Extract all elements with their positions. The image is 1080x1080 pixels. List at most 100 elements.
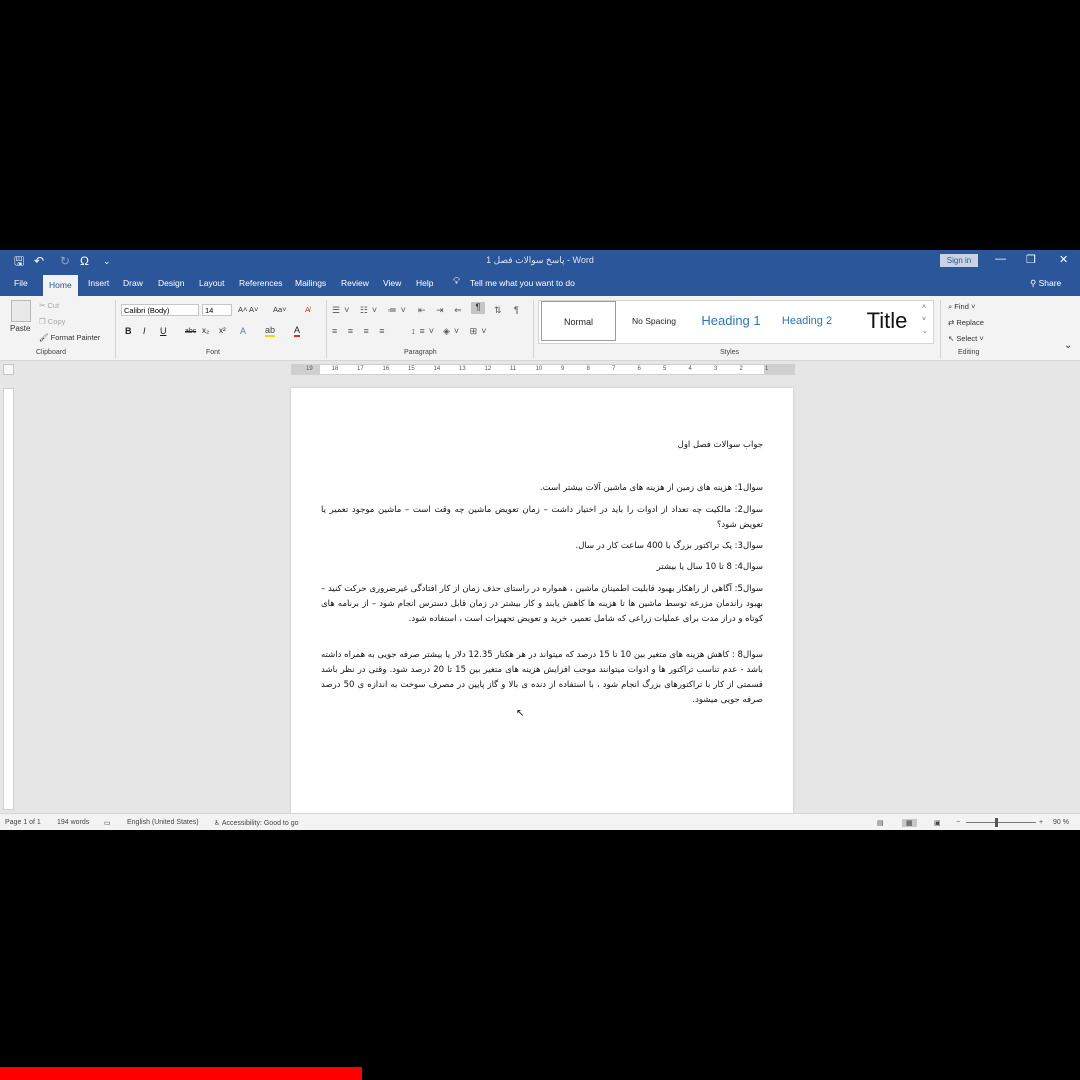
- ruler-number: 15: [408, 366, 415, 372]
- language-indicator[interactable]: English (United States): [127, 819, 199, 826]
- tab-selector[interactable]: [3, 364, 14, 375]
- zoom-slider[interactable]: [966, 822, 1036, 823]
- divider: [326, 300, 327, 358]
- align-icons[interactable]: ≡ ≡ ≡ ≡: [332, 326, 389, 336]
- divider: [940, 300, 941, 358]
- tab-layout[interactable]: Layout: [199, 278, 225, 288]
- divider: [533, 300, 534, 358]
- highlight-icon[interactable]: ab: [265, 326, 276, 337]
- tab-mailings[interactable]: Mailings: [295, 278, 326, 288]
- zoom-slider-thumb[interactable]: [995, 818, 998, 827]
- line-spacing-icon[interactable]: ↕≡˅: [411, 326, 438, 336]
- tab-review[interactable]: Review: [341, 278, 369, 288]
- superscript-button[interactable]: x²: [219, 326, 226, 335]
- document-title: پاسخ سوالات فصل 1 - Word: [486, 255, 594, 265]
- word-count[interactable]: 194 words: [57, 819, 89, 826]
- minimize-icon[interactable]: —: [995, 253, 1006, 265]
- answer-paragraph[interactable]: سوال2: مالکیت چه تعداد از ادوات را باید …: [321, 503, 763, 533]
- title-bar: 🖫 ↶ ↻ Ω ⌄ پاسخ سوالات فصل 1 - Word Sign …: [0, 250, 1080, 272]
- sign-in-button[interactable]: Sign in: [940, 254, 978, 267]
- page-count[interactable]: Page 1 of 1: [5, 819, 41, 826]
- underline-button[interactable]: U: [160, 326, 167, 336]
- proofing-icon[interactable]: ▭: [104, 819, 111, 827]
- divider: [115, 300, 116, 358]
- lightbulb-icon: 💡︎: [453, 276, 460, 287]
- change-case-icon[interactable]: Aa˅: [273, 305, 287, 314]
- format-painter-button[interactable]: 🖌︎ Format Painter: [39, 333, 100, 342]
- clipboard-group-label: Clipboard: [36, 349, 66, 356]
- grow-shrink-font-icons[interactable]: A˄ A˅: [238, 305, 258, 314]
- style-title[interactable]: Title: [845, 301, 929, 341]
- share-button[interactable]: ⚲ Share: [1030, 278, 1061, 289]
- tab-file[interactable]: File: [14, 278, 28, 288]
- person-icon: ⚲: [1030, 278, 1039, 288]
- paste-icon[interactable]: [11, 300, 31, 322]
- list-icons[interactable]: ☰˅ ☷˅ ≔˅: [332, 305, 410, 316]
- replace-label: Replace: [956, 318, 984, 327]
- find-button[interactable]: ⌕ Find ˅: [948, 302, 975, 312]
- style-no-spacing[interactable]: No Spacing: [619, 301, 689, 341]
- tell-me-search[interactable]: Tell me what you want to do: [470, 278, 575, 288]
- tab-view[interactable]: View: [383, 278, 401, 288]
- clear-formatting-icon[interactable]: A̸: [305, 305, 310, 314]
- video-progress-bar[interactable]: [0, 1067, 362, 1080]
- copy-button[interactable]: ❐ Copy: [39, 317, 65, 326]
- indent-icons[interactable]: ⇤ ⇥ ⇐: [418, 305, 466, 316]
- answer-paragraph[interactable]: سوال4: 8 تا 10 سال یا بیشتر: [321, 560, 763, 575]
- ribbon-tabs: File Home Insert Draw Design Layout Refe…: [0, 272, 1080, 296]
- bold-button[interactable]: B: [125, 326, 132, 336]
- style-heading-1[interactable]: Heading 1: [691, 301, 771, 341]
- text-effects-icon[interactable]: A: [240, 326, 246, 336]
- ruler-number: 4: [688, 366, 692, 372]
- tab-draw[interactable]: Draw: [123, 278, 143, 288]
- italic-button[interactable]: I: [143, 326, 146, 336]
- answer-paragraph[interactable]: سوال3: یک تراکتور بزرگ با 400 ساعت کار د…: [321, 539, 764, 554]
- zoom-out-button[interactable]: −: [956, 819, 960, 826]
- restore-icon[interactable]: ❐: [1026, 253, 1036, 266]
- zoom-in-button[interactable]: +: [1039, 819, 1043, 826]
- shading-icon[interactable]: ◈˅ ⊞˅: [443, 326, 490, 337]
- collapse-ribbon-icon[interactable]: ⌄: [1064, 340, 1072, 351]
- sort-icon[interactable]: ⇅: [494, 305, 506, 316]
- font-color-icon[interactable]: A: [294, 326, 301, 337]
- replace-button[interactable]: ⇄ Replace: [948, 318, 984, 327]
- answer-paragraph[interactable]: سوال8 : کاهش هزینه های متغیر بین 10 تا 1…: [321, 648, 763, 708]
- tab-home[interactable]: Home: [43, 275, 78, 296]
- document-heading[interactable]: جواب سوالات فصل اول: [321, 438, 763, 453]
- select-button[interactable]: ↖ Select ˅: [948, 334, 984, 343]
- style-normal[interactable]: Normal: [541, 301, 616, 341]
- styles-scroll-icons[interactable]: ˄ ˅ ⌄: [922, 302, 928, 338]
- tab-references[interactable]: References: [239, 278, 282, 288]
- font-size-box[interactable]: 14: [202, 304, 232, 316]
- tab-insert[interactable]: Insert: [88, 278, 109, 288]
- font-name-box[interactable]: Calibri (Body): [121, 304, 199, 316]
- cut-button[interactable]: ✂ Cut: [39, 301, 59, 310]
- format-painter-label: Format Painter: [50, 333, 101, 342]
- print-layout-icon[interactable]: ▦: [902, 819, 917, 827]
- ruler-number: 18: [331, 366, 339, 372]
- find-label: Find: [954, 302, 969, 311]
- ruler-number: 11: [510, 366, 517, 372]
- show-marks-icon[interactable]: ¶: [514, 305, 523, 315]
- web-layout-icon[interactable]: ▣: [934, 819, 941, 827]
- ruler-number: 5: [663, 366, 667, 372]
- accessibility-icon: ♿︎: [214, 820, 222, 827]
- style-heading-2[interactable]: Heading 2: [771, 301, 843, 341]
- strikethrough-button[interactable]: abc: [185, 328, 196, 335]
- horizontal-ruler[interactable]: 19 18 17 16 15 14 13 12 11 10 9 8 7 6 5 4 3 2 1: [291, 364, 795, 375]
- accessibility-status[interactable]: ♿︎ Accessibility: Good to go: [214, 819, 299, 827]
- paste-button[interactable]: Paste: [10, 324, 30, 333]
- read-mode-icon[interactable]: ▤: [877, 819, 884, 827]
- tab-help[interactable]: Help: [416, 278, 433, 288]
- vertical-ruler[interactable]: [3, 388, 14, 810]
- answer-paragraph[interactable]: سوال5: آگاهی از راهکار بهبود قابلیت اطمی…: [321, 582, 763, 627]
- tab-design[interactable]: Design: [158, 278, 184, 288]
- ruler-number: 8: [586, 366, 590, 372]
- subscript-button[interactable]: x₂: [202, 326, 209, 335]
- paragraph-group-label: Paragraph: [404, 349, 437, 356]
- rtl-direction-button[interactable]: ¶: [471, 302, 485, 314]
- document-page[interactable]: جواب سوالات فصل اول سوال1: هزینه های زمی…: [291, 388, 793, 814]
- close-icon[interactable]: ✕: [1059, 253, 1068, 266]
- answer-paragraph[interactable]: سوال1: هزینه های زمین از هزینه های ماشین…: [321, 481, 763, 496]
- zoom-level[interactable]: 90 %: [1053, 819, 1069, 826]
